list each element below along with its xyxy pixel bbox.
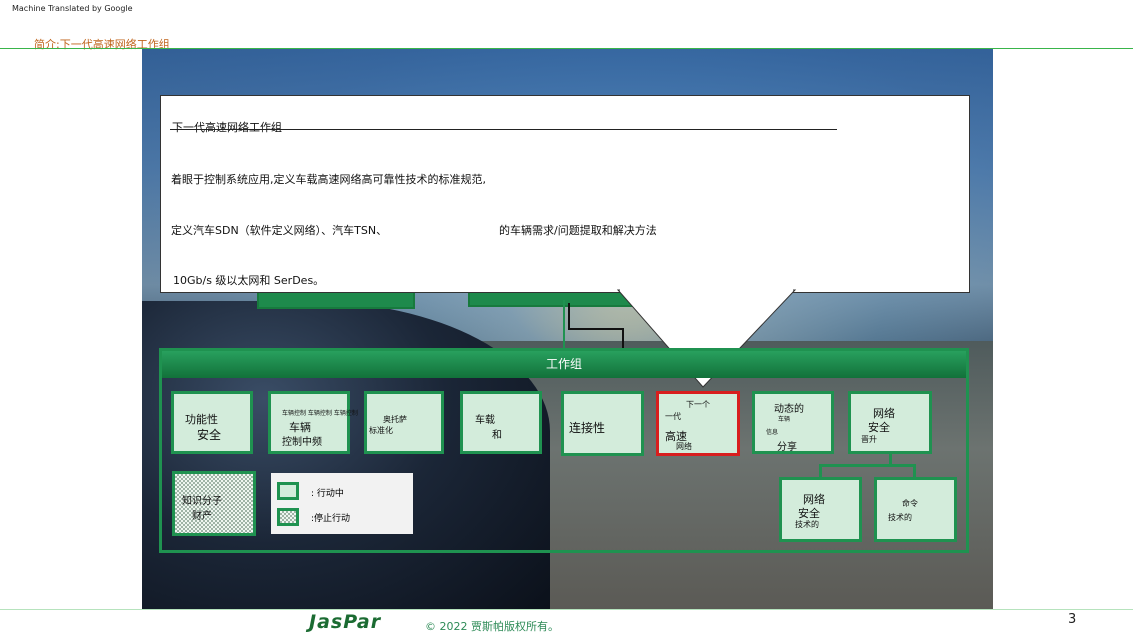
box-label: 命令 bbox=[902, 499, 918, 508]
callout-line-2b: 的车辆需求/问题提取和解决方法 bbox=[499, 224, 657, 237]
box-connectivity[interactable]: 连接性 bbox=[561, 391, 644, 456]
page-number: 3 bbox=[1068, 612, 1077, 627]
box-label: 技术的 bbox=[888, 513, 912, 522]
box-in-vehicle[interactable]: 车载 和 bbox=[460, 391, 542, 454]
box-label: 财产 bbox=[192, 511, 212, 522]
box-next-gen-network[interactable]: 下一个 一代 高速 网络 bbox=[656, 391, 740, 456]
box-network-security-tech[interactable]: 网络 安全 技术的 bbox=[779, 477, 862, 542]
callout-line-1: 着眼于控制系统应用,定义车载高速网络高可靠性技术的标准规范, bbox=[171, 173, 486, 186]
box-functional-safety[interactable]: 功能性 安全 bbox=[171, 391, 253, 454]
box-vehicle-control[interactable]: 车辆控制 车辆控制 车辆控制 车辆 控制中频 bbox=[268, 391, 358, 454]
box-label: 下一个 bbox=[686, 400, 710, 409]
box-label: 安全 bbox=[868, 421, 890, 434]
box-label: 控制中频 bbox=[282, 437, 322, 448]
box-label: 技术的 bbox=[795, 520, 819, 529]
box-label: 动态的 bbox=[774, 404, 804, 415]
legend-swatch-active bbox=[277, 482, 299, 500]
legend-stopped-label: :停止行动 bbox=[311, 514, 351, 524]
callout-title: 下一代高速网络工作组 bbox=[172, 121, 282, 134]
box-label: 晋升 bbox=[861, 435, 877, 444]
box-label: 连接性 bbox=[569, 421, 606, 435]
stub-connector-black-v bbox=[622, 328, 624, 348]
copyright-text: © 2022 贾斯帕版权所有。 bbox=[425, 620, 559, 633]
box-label: 信息 bbox=[766, 429, 779, 436]
jaspar-logo: JasPar bbox=[309, 611, 382, 633]
box-label: 奥托萨 bbox=[383, 415, 407, 424]
box-label: 标准化 bbox=[369, 426, 393, 435]
tree-connector-horizontal bbox=[819, 464, 916, 467]
machine-translated-label: Machine Translated by Google bbox=[12, 4, 133, 13]
tree-connector-right bbox=[913, 464, 916, 478]
working-group-header: 工作组 bbox=[162, 351, 966, 378]
box-label: 和 bbox=[492, 430, 502, 441]
box-autosar[interactable]: 奥托萨 标准化 bbox=[364, 391, 444, 454]
callout-line-2a: 定义汽车SDN（软件定义网络）、汽车TSN、 bbox=[171, 224, 388, 237]
box-label: 一代 bbox=[665, 412, 681, 421]
box-command-tech[interactable]: 命令 技术的 bbox=[874, 477, 957, 542]
stub-connector-black bbox=[568, 303, 570, 330]
legend-swatch-stopped bbox=[277, 508, 299, 526]
box-tiny-label: 车辆控制 车辆控制 车辆控制 bbox=[282, 410, 358, 417]
box-label: 分享 bbox=[777, 442, 797, 453]
stub-connector bbox=[563, 300, 565, 348]
legend-active-label: : 行动中 bbox=[311, 489, 344, 499]
box-label: 网络 bbox=[676, 442, 692, 451]
legend: : 行动中 :停止行动 bbox=[271, 473, 413, 534]
box-label: 知识分子 bbox=[182, 496, 222, 507]
box-intellectual-property[interactable]: 知识分子 财产 bbox=[172, 471, 256, 536]
bottom-divider bbox=[0, 609, 1133, 610]
box-dynamic-info[interactable]: 动态的 车辆 信息 分享 bbox=[752, 391, 834, 454]
callout-underline bbox=[170, 129, 837, 130]
tree-connector-left bbox=[819, 464, 822, 478]
box-label: 车载 bbox=[475, 415, 495, 426]
box-network-security-upgrade[interactable]: 网络 安全 晋升 bbox=[848, 391, 932, 454]
callout-line-3: 10Gb/s 级以太网和 SerDes。 bbox=[173, 274, 325, 287]
box-label: 功能性 bbox=[185, 413, 218, 426]
stub-connector-black-h bbox=[568, 328, 624, 330]
box-label: 安全 bbox=[197, 428, 222, 442]
box-label: 车辆 bbox=[778, 416, 791, 423]
